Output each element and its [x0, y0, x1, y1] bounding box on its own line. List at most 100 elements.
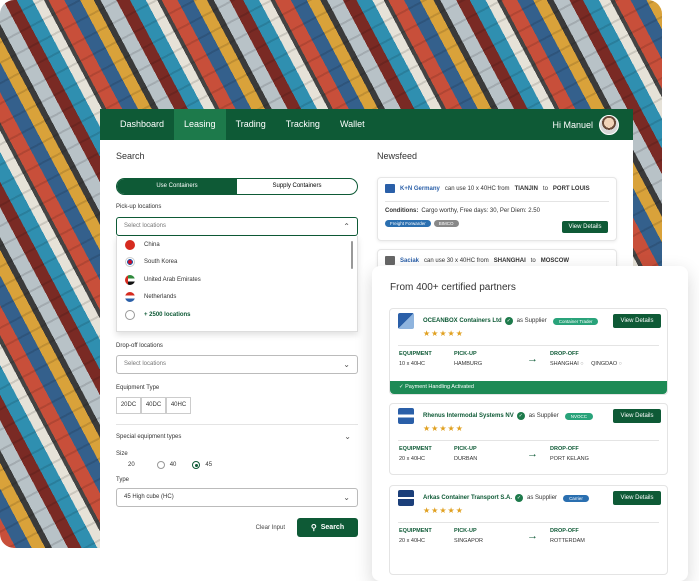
headline-to-word: to [530, 257, 536, 264]
dropoff-port: QINGDAO [591, 361, 618, 367]
equipment-40dc[interactable]: 40DC [141, 397, 166, 414]
equipment-40hc[interactable]: 40HC [166, 397, 191, 414]
pickup-key: PICK-UP [454, 351, 477, 357]
search-icon: ⚲ [310, 523, 317, 532]
toggle-use-containers[interactable]: Use Containers [117, 179, 237, 194]
dropdown-scrollbar[interactable] [351, 241, 353, 269]
size-20[interactable]: 20 [128, 462, 135, 468]
newsfeed-headline: Saciak can use 30 x 40HC from SHANGHAI t… [385, 256, 609, 265]
dropoff-key: DROP-OFF [550, 446, 579, 452]
type-value: 45 High cube (HC) [124, 494, 174, 500]
top-nav: Dashboard Leasing Trading Tracking Walle… [100, 109, 633, 140]
verified-icon: ✓ [504, 317, 513, 325]
size-45[interactable]: 45 [205, 462, 212, 468]
avatar[interactable] [599, 114, 619, 135]
newsfeed-title: Newsfeed [377, 151, 418, 161]
special-equipment-row[interactable]: Special equipment types ⌄ [116, 432, 358, 441]
partner-header: Rhenus Intermodal Systems NV ✓ as Suppli… [390, 404, 667, 428]
nav-wallet[interactable]: Wallet [330, 109, 375, 140]
view-details-button[interactable]: View Details [613, 314, 661, 328]
size-label: Size [116, 451, 128, 457]
pickup-value: DURBAN [454, 456, 478, 462]
dropoff-value: ROTTERDAM [550, 538, 585, 544]
partner-name[interactable]: Rhenus Intermodal Systems NV [423, 413, 514, 419]
pickup-more-locations[interactable]: + 2500 locations [117, 306, 357, 324]
partner-name[interactable]: Arkas Container Transport S.A. [423, 495, 512, 501]
type-select[interactable]: 45 High cube (HC) ⌄ [116, 488, 358, 507]
divider [116, 424, 358, 425]
search-button[interactable]: ⚲ Search [297, 518, 358, 537]
info-icon: ○ [618, 361, 622, 367]
use-supply-toggle: Use Containers Supply Containers [116, 178, 358, 195]
view-details-button[interactable]: View Details [613, 491, 661, 505]
payment-label: Payment Handling Activated [405, 384, 474, 390]
chevron-down-icon: ⌄ [343, 360, 350, 369]
equipment-col: EQUIPMENT 10 x 40HC [399, 351, 454, 367]
nav-leasing[interactable]: Leasing [174, 109, 226, 140]
equipment-20dc[interactable]: 20DC [116, 397, 141, 414]
view-details-button[interactable]: View Details [613, 409, 661, 423]
headline-to: PORT LOUIS [552, 185, 590, 192]
pickup-option-uae[interactable]: United Arab Emirates [117, 271, 357, 289]
more-locations-label: + 2500 locations [144, 311, 191, 318]
divider [385, 201, 609, 202]
check-icon: ✓ [399, 384, 404, 390]
pickup-col: PICK-UP HAMBURG [454, 351, 527, 367]
pickup-option-south-korea[interactable]: South Korea [117, 254, 357, 272]
chevron-down-icon: ⌄ [344, 432, 351, 441]
route-row: EQUIPMENT 20 x 40HC PICK-UP DURBAN → DRO… [390, 441, 667, 462]
dropoff-key: DROP-OFF [550, 351, 579, 357]
arrow-right-icon: → [527, 530, 538, 542]
partner-header: OCEANBOX Containers Ltd ✓ as Supplier Co… [390, 309, 667, 333]
special-label: Special equipment types [116, 434, 182, 440]
pickup-option-china[interactable]: China [117, 236, 357, 254]
pickup-dropdown: China South Korea United Arab Emirates N… [116, 236, 358, 332]
nav-dashboard[interactable]: Dashboard [110, 109, 174, 140]
dropoff-label: Drop-off locations [116, 343, 163, 349]
toggle-supply-containers[interactable]: Supply Containers [237, 179, 357, 194]
equipment-key: EQUIPMENT [399, 528, 432, 534]
dropoff-select[interactable]: Select locations ⌄ [116, 355, 358, 374]
nav-trading[interactable]: Trading [226, 109, 276, 140]
partner-logo-icon [398, 408, 414, 424]
radio-40[interactable] [156, 461, 165, 469]
headline-from: TIANJIN [514, 185, 538, 192]
option-label: United Arab Emirates [144, 276, 201, 283]
clear-input-link[interactable]: Clear Input [256, 525, 285, 531]
partners-title: From 400+ certified partners [390, 282, 516, 293]
option-label: South Korea [144, 259, 178, 266]
user-menu[interactable]: Hi Manuel [552, 114, 633, 135]
dropoff-value: SHANGHAI ○ QINGDAO ○ [550, 361, 622, 367]
view-details-button[interactable]: View Details [562, 221, 608, 233]
conditions-label: Conditions: [385, 208, 419, 214]
headline-to: MOSCOW [540, 257, 570, 264]
pickup-option-netherlands[interactable]: Netherlands [117, 289, 357, 307]
search-panel: Search Use Containers Supply Containers … [116, 151, 358, 537]
pickup-select[interactable]: Select locations ⌃ [116, 217, 358, 236]
option-label: Netherlands [144, 294, 177, 301]
greeting: Hi Manuel [552, 119, 593, 130]
pickup-value: HAMBURG [454, 361, 483, 367]
pickup-key: PICK-UP [454, 446, 477, 452]
company-name[interactable]: K+N Germany [400, 186, 440, 192]
headline-text: can use 30 x 40HC from [424, 257, 489, 264]
dropoff-placeholder: Select locations [124, 361, 167, 367]
radio-45[interactable] [192, 461, 201, 469]
size-40[interactable]: 40 [170, 462, 177, 468]
equipment-col: EQUIPMENT 20 x 40HC [399, 446, 454, 462]
china-flag-icon [125, 239, 135, 250]
partner-badge: Carrier [563, 494, 589, 502]
equipment-label: Equipment Type [116, 385, 160, 391]
tag-freight-forwarder: Freight Forwarder [385, 220, 431, 227]
payment-handling-bar: ✓ Payment Handling Activated [390, 381, 667, 394]
search-actions: Clear Input ⚲ Search [116, 518, 358, 537]
option-label: China [144, 241, 160, 248]
equipment-key: EQUIPMENT [399, 351, 432, 357]
partner-badge: NVOCC [564, 412, 593, 420]
size-radios: 20 40 45 [116, 461, 358, 469]
pickup-placeholder: Select locations [124, 223, 167, 229]
nav-tracking[interactable]: Tracking [276, 109, 330, 140]
partner-name[interactable]: OCEANBOX Containers Ltd [423, 318, 502, 324]
conditions-line: Conditions: Cargo worthy, Free days: 30,… [385, 208, 609, 214]
company-name[interactable]: Saciak [400, 258, 419, 264]
